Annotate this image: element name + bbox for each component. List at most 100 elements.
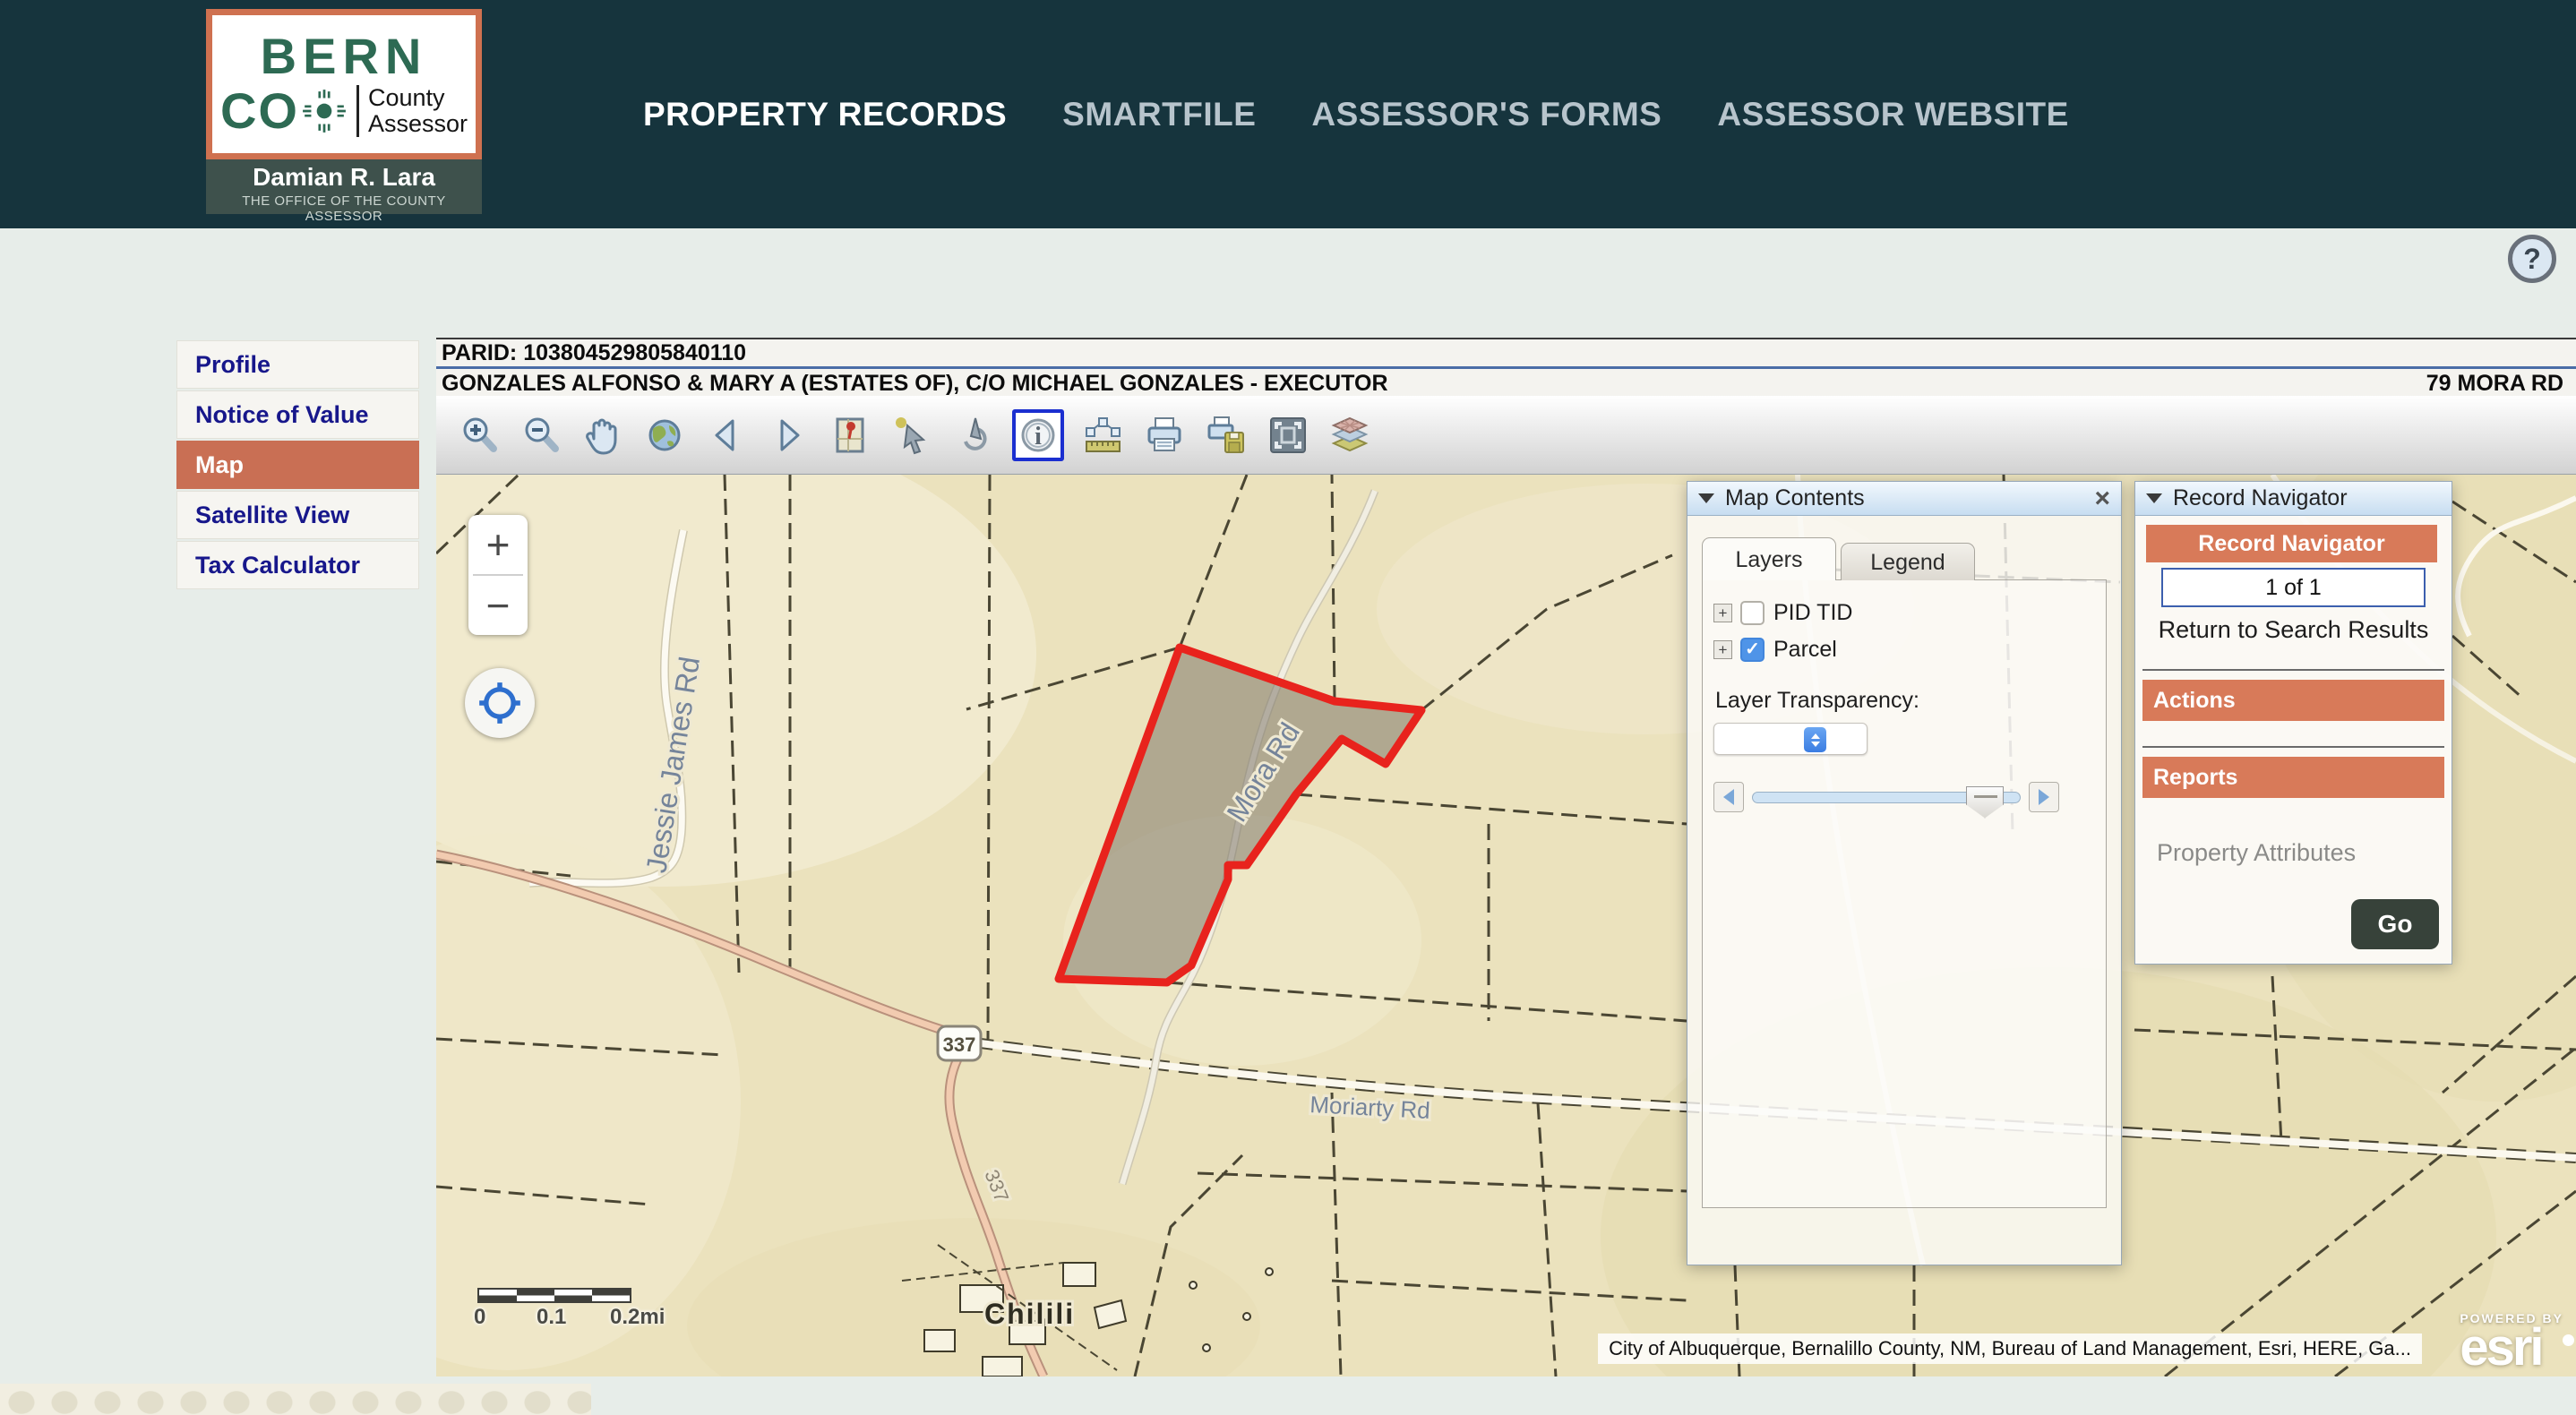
- logo-co-text: CO: [219, 82, 299, 139]
- deselect-tool-button[interactable]: [950, 412, 997, 459]
- print-export-icon: [1207, 416, 1244, 453]
- map-zoom-in-button[interactable]: +: [468, 515, 528, 574]
- parid-line: PARID: 103804529805840110: [436, 338, 2576, 366]
- go-button[interactable]: Go: [2351, 899, 2439, 949]
- expand-icon[interactable]: +: [1713, 604, 1732, 622]
- layers-icon: [1331, 416, 1369, 451]
- sidebar-item-satellite-view[interactable]: Satellite View: [176, 491, 419, 539]
- sidebar-item-profile[interactable]: Profile: [176, 340, 419, 389]
- sidebar: Profile Notice of Value Map Satellite Vi…: [176, 340, 419, 591]
- slider-decrease-button[interactable]: [1713, 782, 1744, 812]
- nav-assessor-website[interactable]: ASSESSOR WEBSITE: [1717, 96, 2068, 133]
- svg-text:337: 337: [943, 1033, 976, 1056]
- bernco-logo[interactable]: BERN CO County Assessor Damian R. Lara T…: [206, 9, 482, 224]
- reports-section-header[interactable]: Reports: [2142, 757, 2444, 798]
- transparency-layer-select[interactable]: [1713, 723, 1868, 755]
- record-position-input[interactable]: [2161, 568, 2426, 607]
- scale-segment: [592, 1290, 630, 1301]
- nav-property-records[interactable]: PROPERTY RECORDS: [643, 96, 1007, 133]
- print-tool-button[interactable]: [1141, 412, 1188, 459]
- assessor-name: Damian R. Lara: [253, 163, 435, 191]
- overview-map-tool-button[interactable]: [827, 412, 873, 459]
- layers-tab-content: + PID TID + ✓ Parcel Layer Transparency:: [1702, 579, 2107, 1208]
- map-zoom-control: + −: [468, 515, 528, 635]
- logo-bern-text: BERN: [260, 27, 428, 84]
- nav-assessors-forms[interactable]: ASSESSOR'S FORMS: [1311, 96, 1662, 133]
- expand-icon[interactable]: +: [1713, 640, 1732, 659]
- tab-legend[interactable]: Legend: [1841, 543, 1975, 580]
- esri-wordmark: esri: [2460, 1317, 2544, 1376]
- locate-button[interactable]: [465, 668, 535, 738]
- main-nav: PROPERTY RECORDS SMARTFILE ASSESSOR'S FO…: [643, 0, 2069, 228]
- map-zoom-out-button[interactable]: −: [468, 576, 528, 635]
- overview-map-icon: [836, 417, 864, 452]
- clear-selection-icon: [964, 417, 987, 450]
- slider-increase-button[interactable]: [2029, 782, 2059, 812]
- pan-tool-button[interactable]: [580, 412, 626, 459]
- scale-segment: [554, 1290, 592, 1301]
- full-screen-icon: [1270, 416, 1306, 453]
- full-screen-tool-button[interactable]: [1265, 412, 1311, 459]
- slider-track[interactable]: [1752, 785, 2021, 819]
- slider-thumb[interactable]: [1966, 785, 2004, 819]
- record-navigator-heading: Record Navigator: [2146, 525, 2437, 562]
- logo-county-text: County: [367, 83, 445, 111]
- nav-smartfile[interactable]: SMARTFILE: [1062, 96, 1256, 133]
- return-to-search-results-link[interactable]: Return to Search Results: [2135, 616, 2451, 644]
- pid-tid-checkbox[interactable]: [1740, 601, 1765, 625]
- route-337-shield: 337: [936, 1025, 983, 1062]
- map-attribution: City of Albuquerque, Bernalillo County, …: [1598, 1334, 2422, 1364]
- logo-officer-plate: Damian R. Lara THE OFFICE OF THE COUNTY …: [206, 159, 482, 224]
- transparency-slider: [1713, 782, 2095, 819]
- collapse-caret-icon[interactable]: [1698, 493, 1714, 503]
- identify-tool-button[interactable]: i: [1012, 408, 1064, 461]
- top-header: BERN CO County Assessor Damian R. Lara T…: [0, 0, 2576, 228]
- map-contents-header[interactable]: Map Contents ×: [1687, 482, 2121, 516]
- layer-label-pid-tid: PID TID: [1773, 600, 1853, 625]
- measure-tool-button[interactable]: [1079, 412, 1126, 459]
- footer-halftone-decoration: [0, 1384, 591, 1415]
- sidebar-item-map[interactable]: Map: [176, 441, 419, 489]
- map-viewport[interactable]: Jessie James Rd Mora Rd Moriarty Rd 337 …: [436, 475, 2576, 1376]
- collapse-caret-icon[interactable]: [2146, 493, 2162, 503]
- property-attributes-link[interactable]: Property Attributes: [2157, 839, 2451, 867]
- export-tool-button[interactable]: [1203, 412, 1249, 459]
- select-tool-button[interactable]: [889, 412, 935, 459]
- print-icon: [1147, 416, 1181, 451]
- sidebar-item-notice-of-value[interactable]: Notice of Value: [176, 390, 419, 439]
- select-stepper-icon: [1804, 727, 1826, 752]
- parcel-checkbox[interactable]: ✓: [1740, 638, 1765, 662]
- next-extent-tool-button[interactable]: [765, 412, 811, 459]
- sidebar-item-tax-calculator[interactable]: Tax Calculator: [176, 541, 419, 589]
- zia-sun-icon: [303, 90, 346, 133]
- scale-segment: [479, 1290, 517, 1301]
- record-navigator-header[interactable]: Record Navigator: [2135, 482, 2451, 516]
- back-arrow-icon: [715, 419, 734, 450]
- previous-extent-tool-button[interactable]: [703, 412, 750, 459]
- map-toolbar: i: [436, 396, 2576, 475]
- scale-label-start: 0: [474, 1305, 486, 1329]
- record-header: PARID: 103804529805840110 GONZALES ALFON…: [436, 338, 2576, 398]
- crosshair-icon: [479, 682, 520, 724]
- pan-hand-icon: [586, 418, 617, 454]
- full-extent-tool-button[interactable]: [641, 412, 688, 459]
- layers-tool-button[interactable]: [1327, 412, 1373, 459]
- actions-section-header[interactable]: Actions: [2142, 680, 2444, 721]
- esri-logo: POWERED BY esri: [2460, 1311, 2574, 1373]
- zoom-in-tool-button[interactable]: [456, 412, 502, 459]
- close-icon[interactable]: ×: [2094, 485, 2110, 512]
- help-icon[interactable]: ?: [2508, 235, 2556, 283]
- layer-row-parcel: + ✓ Parcel: [1713, 637, 2095, 663]
- logo-assessor-text: Assessor: [367, 110, 468, 137]
- assessor-office-caption: THE OFFICE OF THE COUNTY ASSESSOR: [242, 193, 446, 224]
- divider: [2142, 669, 2444, 671]
- scale-label-end: 0.2mi: [610, 1305, 665, 1329]
- town-label-chilili: Chilili: [984, 1298, 1075, 1330]
- forward-arrow-icon: [780, 419, 800, 450]
- tab-layers[interactable]: Layers: [1702, 537, 1836, 580]
- esri-globe-dot: [2563, 1334, 2574, 1346]
- zoom-out-tool-button[interactable]: [518, 412, 564, 459]
- measure-icon: [1086, 416, 1121, 452]
- left-arrow-icon: [1723, 789, 1734, 805]
- logo-divider: [356, 85, 359, 137]
